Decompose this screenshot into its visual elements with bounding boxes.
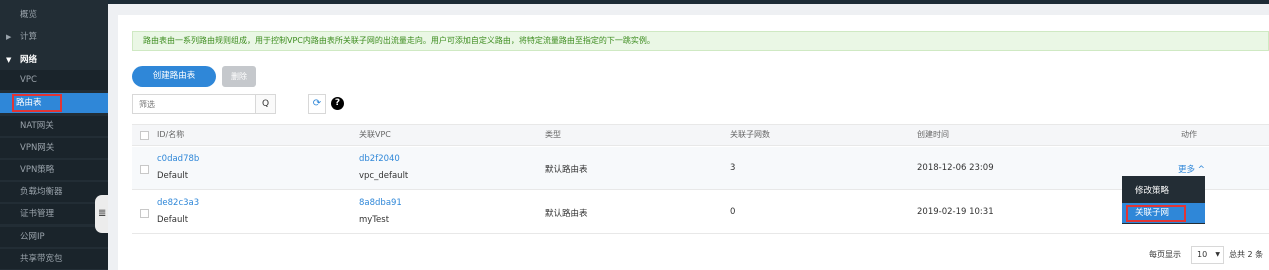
filter-input[interactable] — [133, 95, 255, 113]
caret-right-icon: ▶ — [6, 33, 12, 41]
sidebar: 概览 ▶ 计算 ▼ 网络 VPC 路由表 NAT网关 VPN网关 VPN策略 负… — [0, 0, 108, 270]
vpc-name: myTest — [359, 215, 390, 225]
more-actions-link[interactable]: 更多 ^ — [1178, 163, 1205, 175]
row-checkbox[interactable] — [140, 209, 149, 218]
column-header-subnet-count: 关联子网数 — [730, 130, 770, 139]
row-checkbox[interactable] — [140, 165, 149, 174]
caret-down-icon: ▼ — [6, 56, 12, 64]
subnet-count: 3 — [730, 163, 736, 173]
more-actions-menu: 修改策略 关联子网 — [1122, 176, 1205, 224]
refresh-icon[interactable]: ⟳ — [308, 94, 326, 114]
chevron-down-icon: ▼ — [1215, 251, 1220, 258]
sidebar-item-label: 共享带宽包 — [20, 254, 63, 264]
filter-box: Q — [132, 94, 276, 114]
main-panel: 路由表由一系列路由规则组成，用于控制VPC内路由表所关联子网的出流量走向。用户可… — [118, 15, 1269, 270]
vpc-name: vpc_default — [359, 171, 409, 181]
per-page-value: 10 — [1197, 250, 1208, 259]
sidebar-item-vpn-policy[interactable]: VPN策略 — [0, 160, 108, 180]
route-table-id-link[interactable]: c0dad78b — [157, 154, 199, 164]
table-header: ID/名称 关联VPC 类型 关联子网数 创建时间 动作 — [132, 124, 1269, 146]
created-time: 2019-02-19 10:31 — [917, 207, 994, 217]
total-count: 总共 2 条 — [1229, 250, 1264, 259]
create-route-table-button[interactable]: 创建路由表 — [132, 66, 216, 87]
per-page-select[interactable]: 10 ▼ — [1191, 246, 1224, 264]
info-notice: 路由表由一系列路由规则组成，用于控制VPC内路由表所关联子网的出流量走向。用户可… — [132, 31, 1269, 51]
sidebar-item-label: VPN策略 — [20, 165, 55, 175]
collapse-icon: ≣ — [98, 208, 107, 219]
highlight-box — [1126, 205, 1186, 222]
sidebar-item-label: VPN网关 — [20, 143, 55, 153]
column-header-action: 动作 — [1181, 130, 1197, 139]
sidebar-item-nat-gateway[interactable]: NAT网关 — [0, 116, 108, 136]
sidebar-collapse-toggle[interactable]: ≣ — [95, 195, 108, 233]
search-icon[interactable]: Q — [255, 95, 275, 113]
sidebar-item-label: NAT网关 — [20, 121, 54, 131]
select-all-checkbox[interactable] — [140, 131, 149, 140]
sidebar-item-network[interactable]: ▼ 网络 — [0, 50, 108, 70]
route-table-type: 默认路由表 — [545, 165, 588, 175]
sidebar-item-label: 负载均衡器 — [20, 187, 63, 197]
sidebar-item-label: 计算 — [20, 32, 38, 42]
sidebar-item-label: 证书管理 — [20, 209, 55, 219]
column-header-created: 创建时间 — [917, 130, 949, 139]
help-icon[interactable]: ? — [331, 97, 344, 110]
delete-button[interactable]: 删除 — [222, 66, 256, 87]
highlight-box — [12, 94, 62, 112]
column-header-id-name: ID/名称 — [157, 130, 185, 139]
sidebar-item-overview[interactable]: 概览 — [0, 5, 108, 25]
sidebar-item-label: 概览 — [20, 10, 38, 20]
sidebar-item-label: 公网IP — [20, 232, 45, 242]
sidebar-item-label: 网络 — [20, 55, 38, 65]
sidebar-item-route-table[interactable]: 路由表 — [0, 93, 108, 113]
subnet-count: 0 — [730, 207, 736, 217]
sidebar-item-compute[interactable]: ▶ 计算 — [0, 27, 108, 47]
vpc-id-link[interactable]: 8a8dba91 — [359, 198, 402, 208]
per-page-label: 每页显示 — [1149, 250, 1181, 259]
menu-item-modify-policy[interactable]: 修改策略 — [1122, 181, 1205, 201]
sidebar-item-vpc[interactable]: VPC — [0, 70, 108, 90]
route-table-name: Default — [157, 171, 189, 181]
created-time: 2018-12-06 23:09 — [917, 163, 994, 173]
sidebar-item-certificates[interactable]: 证书管理 — [0, 204, 108, 224]
menu-item-associate-subnet[interactable]: 关联子网 — [1122, 203, 1205, 223]
column-header-type: 类型 — [545, 130, 561, 139]
route-table-name: Default — [157, 215, 189, 225]
table-row[interactable]: de82c3a3 Default 8a8dba91 myTest 默认路由表 0… — [132, 191, 1269, 234]
sidebar-item-load-balancer[interactable]: 负载均衡器 — [0, 182, 108, 202]
sidebar-item-label: VPC — [20, 75, 37, 85]
table-row[interactable]: c0dad78b Default db2f2040 vpc_default 默认… — [132, 147, 1269, 190]
route-table-id-link[interactable]: de82c3a3 — [157, 198, 199, 208]
column-header-vpc: 关联VPC — [359, 130, 391, 139]
sidebar-item-vpn-gateway[interactable]: VPN网关 — [0, 138, 108, 158]
route-table-type: 默认路由表 — [545, 209, 588, 219]
sidebar-item-shared-bandwidth[interactable]: 共享带宽包 — [0, 249, 108, 269]
vpc-id-link[interactable]: db2f2040 — [359, 154, 400, 164]
sidebar-item-public-ip[interactable]: 公网IP — [0, 227, 108, 247]
top-bar — [0, 0, 1269, 4]
